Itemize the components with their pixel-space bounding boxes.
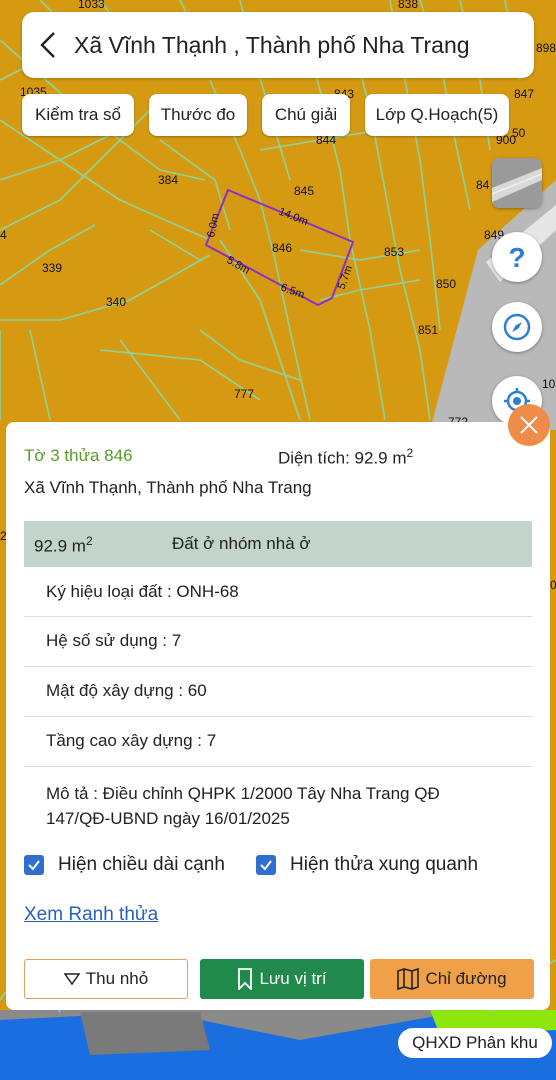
- description-line: 147/QĐ-UBND ngày 16/01/2025: [46, 809, 290, 828]
- building-height-row: Tầng cao xây dựng : 7: [24, 717, 532, 767]
- parcel-number: 846: [272, 241, 292, 255]
- parcel-number: 850: [436, 277, 456, 291]
- bookmark-icon: [238, 968, 253, 990]
- description-line: Mô tả : Điều chỉnh QHPK 1/2000 Tây Nha T…: [46, 784, 440, 803]
- usage-coefficient-row: Hệ số sử dụng : 7: [24, 617, 532, 667]
- parcel-address: Xã Vĩnh Thạnh, Thành phố Nha Trang: [24, 478, 312, 497]
- compass-icon: [503, 313, 531, 341]
- parcel-number: 84: [476, 178, 490, 192]
- map-icon: [397, 968, 420, 990]
- building-density-row: Mật độ xây dựng : 60: [24, 667, 532, 717]
- land-code-row: Ký hiệu loại đất : ONH-68: [24, 567, 532, 617]
- directions-button[interactable]: Chỉ đường: [370, 959, 534, 999]
- svg-text:?: ?: [508, 242, 525, 272]
- parcel-number: 777: [234, 387, 254, 401]
- back-arrow-icon: [40, 32, 55, 58]
- parcel-number: 845: [294, 184, 314, 198]
- save-location-label: Lưu vị trí: [259, 969, 327, 988]
- layers-icon: [492, 158, 542, 208]
- location-title: Xã Vĩnh Thạnh , Thành phố Nha Trang: [74, 31, 470, 58]
- parcel-number: 0: [550, 578, 556, 592]
- checkbox-label: Hiện chiều dài cạnh: [58, 854, 225, 875]
- checkbox[interactable]: [256, 855, 276, 875]
- directions-label: Chỉ đường: [425, 969, 507, 988]
- parcel-number: 1033: [78, 0, 105, 11]
- parcel-number: 898: [536, 41, 556, 55]
- collapse-button[interactable]: Thu nhỏ: [24, 959, 188, 999]
- parcel-number: 853: [384, 245, 404, 259]
- check-book-button[interactable]: Kiểm tra sổ: [22, 94, 134, 136]
- planning-layers-button[interactable]: Lớp Q.Hoạch(5): [365, 94, 509, 136]
- plot-name: Tờ 3 thửa 846: [24, 446, 133, 465]
- parcel-number: 847: [514, 87, 534, 101]
- land-type: Đất ở nhóm nhà ở: [172, 534, 311, 553]
- active-layer-badge[interactable]: QHXD Phân khu: [398, 1028, 552, 1058]
- parcel-number: 50: [512, 126, 526, 140]
- compass-button[interactable]: [492, 302, 542, 352]
- show-neighbor-parcels-toggle[interactable]: Hiện thửa xung quanh: [256, 854, 478, 876]
- land-use-header: 92.9 m2 Đất ở nhóm nhà ở: [24, 521, 532, 567]
- description-row: Mô tả : Điều chỉnh QHPK 1/2000 Tây Nha T…: [24, 767, 532, 839]
- parcel-info-panel: Tờ 3 thửa 846 Diện tích: 92.9 m2 Xã Vĩnh…: [6, 422, 550, 1010]
- collapse-label: Thu nhỏ: [85, 969, 149, 988]
- parcel-number: 4: [0, 228, 7, 242]
- parcel-number: 340: [106, 295, 126, 309]
- land-area: 92.9 m2: [34, 534, 93, 556]
- parcel-number: 339: [42, 261, 62, 275]
- close-icon: [520, 416, 538, 434]
- location-header: Xã Vĩnh Thạnh , Thành phố Nha Trang: [22, 12, 534, 78]
- view-boundary-link[interactable]: Xem Ranh thửa: [24, 904, 158, 926]
- parcel-number: 851: [418, 323, 438, 337]
- checkbox-label: Hiện thửa xung quanh: [290, 854, 479, 875]
- checkmark-icon: [260, 860, 272, 871]
- help-icon: ?: [508, 242, 525, 272]
- help-button[interactable]: ?: [492, 232, 542, 282]
- back-button[interactable]: [22, 12, 74, 78]
- close-panel-button[interactable]: [508, 404, 550, 446]
- parcel-number: 838: [398, 0, 418, 11]
- checkbox[interactable]: [24, 855, 44, 875]
- checkmark-icon: [28, 860, 40, 871]
- parcel-number: 10: [542, 377, 556, 391]
- area-label: Diện tích: 92.9 m2: [278, 446, 414, 468]
- parcel-number: 384: [158, 173, 178, 187]
- save-location-button[interactable]: Lưu vị trí: [200, 959, 364, 999]
- basemap-switch-button[interactable]: [492, 158, 542, 208]
- measure-button[interactable]: Thước đo: [149, 94, 247, 136]
- show-edge-lengths-toggle[interactable]: Hiện chiều dài cạnh: [24, 854, 225, 876]
- caret-down-icon: [63, 973, 80, 985]
- legend-button[interactable]: Chú giải: [262, 94, 350, 136]
